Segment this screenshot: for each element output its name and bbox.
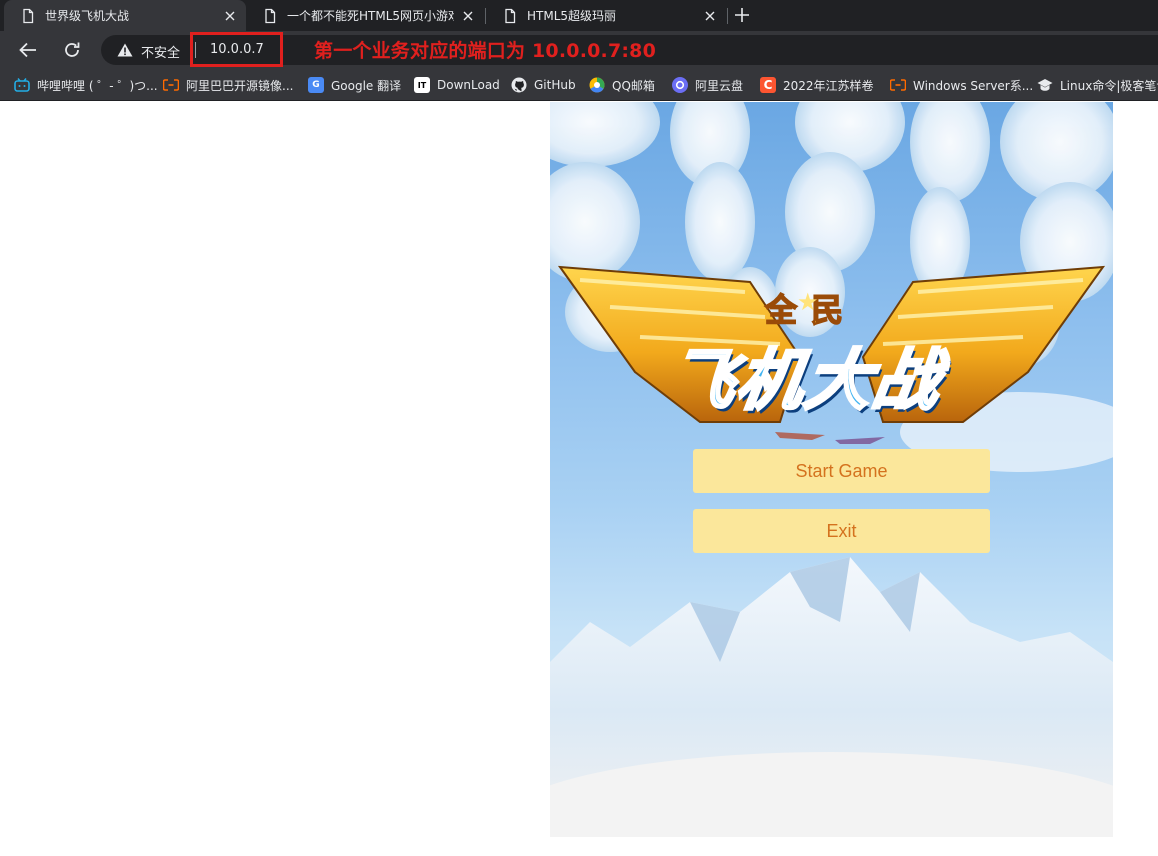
- tab-game-2[interactable]: 一个都不能死HTML5网页小游戏: [246, 0, 484, 31]
- bookmark-jiangsu-paper[interactable]: C 2022年江苏样卷: [760, 76, 874, 94]
- tab-title: HTML5超级玛丽: [527, 9, 617, 23]
- bookmark-label: Google 翻译: [331, 78, 402, 93]
- tab-game-3[interactable]: HTML5超级玛丽: [486, 0, 726, 31]
- bookmark-windows-server[interactable]: Windows Server系...: [890, 76, 1033, 94]
- back-button[interactable]: [14, 36, 42, 64]
- exit-button[interactable]: Exit: [693, 509, 990, 553]
- aliyun-icon: [890, 77, 906, 93]
- close-icon[interactable]: [222, 8, 238, 24]
- bookmark-download[interactable]: IT DownLoad: [414, 76, 500, 94]
- page-icon: [265, 8, 276, 23]
- bookmarks-bar: 哔哩哔哩 ( ゜- ゜)つ... 阿里巴巴开源镜像... G Google 翻译…: [0, 69, 1158, 101]
- game-logo-title: 飞机大战: [662, 341, 948, 421]
- tab-active[interactable]: 世界级飞机大战: [4, 0, 246, 31]
- bookmark-bilibili[interactable]: 哔哩哔哩 ( ゜- ゜)つ...: [14, 76, 158, 94]
- page-icon: [23, 8, 34, 23]
- geek-notes-icon: [1037, 77, 1053, 93]
- github-icon: [511, 77, 527, 93]
- bookmark-google-translate[interactable]: G Google 翻译: [308, 76, 401, 94]
- tab-title: 一个都不能死HTML5网页小游戏: [287, 9, 454, 23]
- bookmark-label: Windows Server系...: [913, 78, 1034, 93]
- aliyun-drive-icon: [672, 77, 688, 93]
- download-site-icon: IT: [414, 77, 430, 93]
- tab-separator: [727, 8, 728, 24]
- warning-icon: [117, 43, 133, 57]
- plus-icon: [735, 8, 749, 22]
- bookmark-aliyun-drive[interactable]: 阿里云盘: [672, 76, 743, 94]
- bilibili-icon: [14, 77, 30, 93]
- page-icon: [505, 8, 516, 23]
- security-status[interactable]: 不安全: [141, 42, 180, 61]
- annotation-note: 第一个业务对应的端口为 10.0.0.7:80: [314, 40, 657, 62]
- reload-button[interactable]: [58, 36, 86, 64]
- aliyun-icon: [163, 77, 179, 93]
- annotation-highlight-box: [190, 32, 283, 67]
- bookmark-qqmail[interactable]: QQ邮箱: [589, 76, 655, 94]
- bookmark-label: 2022年江苏样卷: [783, 78, 874, 93]
- game-canvas[interactable]: 全民 ★ 飞机大战 Start Game Exit: [550, 102, 1113, 837]
- tab-strip: 世界级飞机大战 一个都不能死HTML5网页小游戏 HTML5超级玛丽: [0, 0, 1158, 31]
- start-game-button[interactable]: Start Game: [693, 449, 990, 493]
- bookmark-github[interactable]: GitHub: [511, 76, 576, 94]
- bookmark-label: Linux命令|极客笔记: [1060, 78, 1158, 93]
- google-translate-icon: G: [308, 77, 324, 93]
- close-icon[interactable]: [702, 8, 718, 24]
- new-tab-button[interactable]: [730, 3, 754, 27]
- bookmark-label: 哔哩哔哩 ( ゜- ゜)つ...: [37, 78, 158, 93]
- bookmark-linux-notes[interactable]: Linux命令|极客笔记: [1037, 76, 1158, 94]
- bookmark-label: 阿里巴巴开源镜像...: [186, 78, 294, 93]
- bookmark-label: 阿里云盘: [695, 78, 744, 93]
- bookmark-label: QQ邮箱: [612, 78, 655, 93]
- close-icon[interactable]: [460, 8, 476, 24]
- csdn-icon: C: [760, 77, 776, 93]
- star-icon: ★: [797, 288, 819, 316]
- bookmark-label: DownLoad: [437, 78, 500, 92]
- bookmark-label: GitHub: [534, 78, 576, 92]
- bookmark-aliyun-mirror[interactable]: 阿里巴巴开源镜像...: [163, 76, 293, 94]
- reload-icon: [65, 42, 80, 57]
- tab-title: 世界级飞机大战: [45, 9, 130, 23]
- qqmail-icon: [589, 77, 605, 93]
- arrow-left-icon: [19, 42, 36, 58]
